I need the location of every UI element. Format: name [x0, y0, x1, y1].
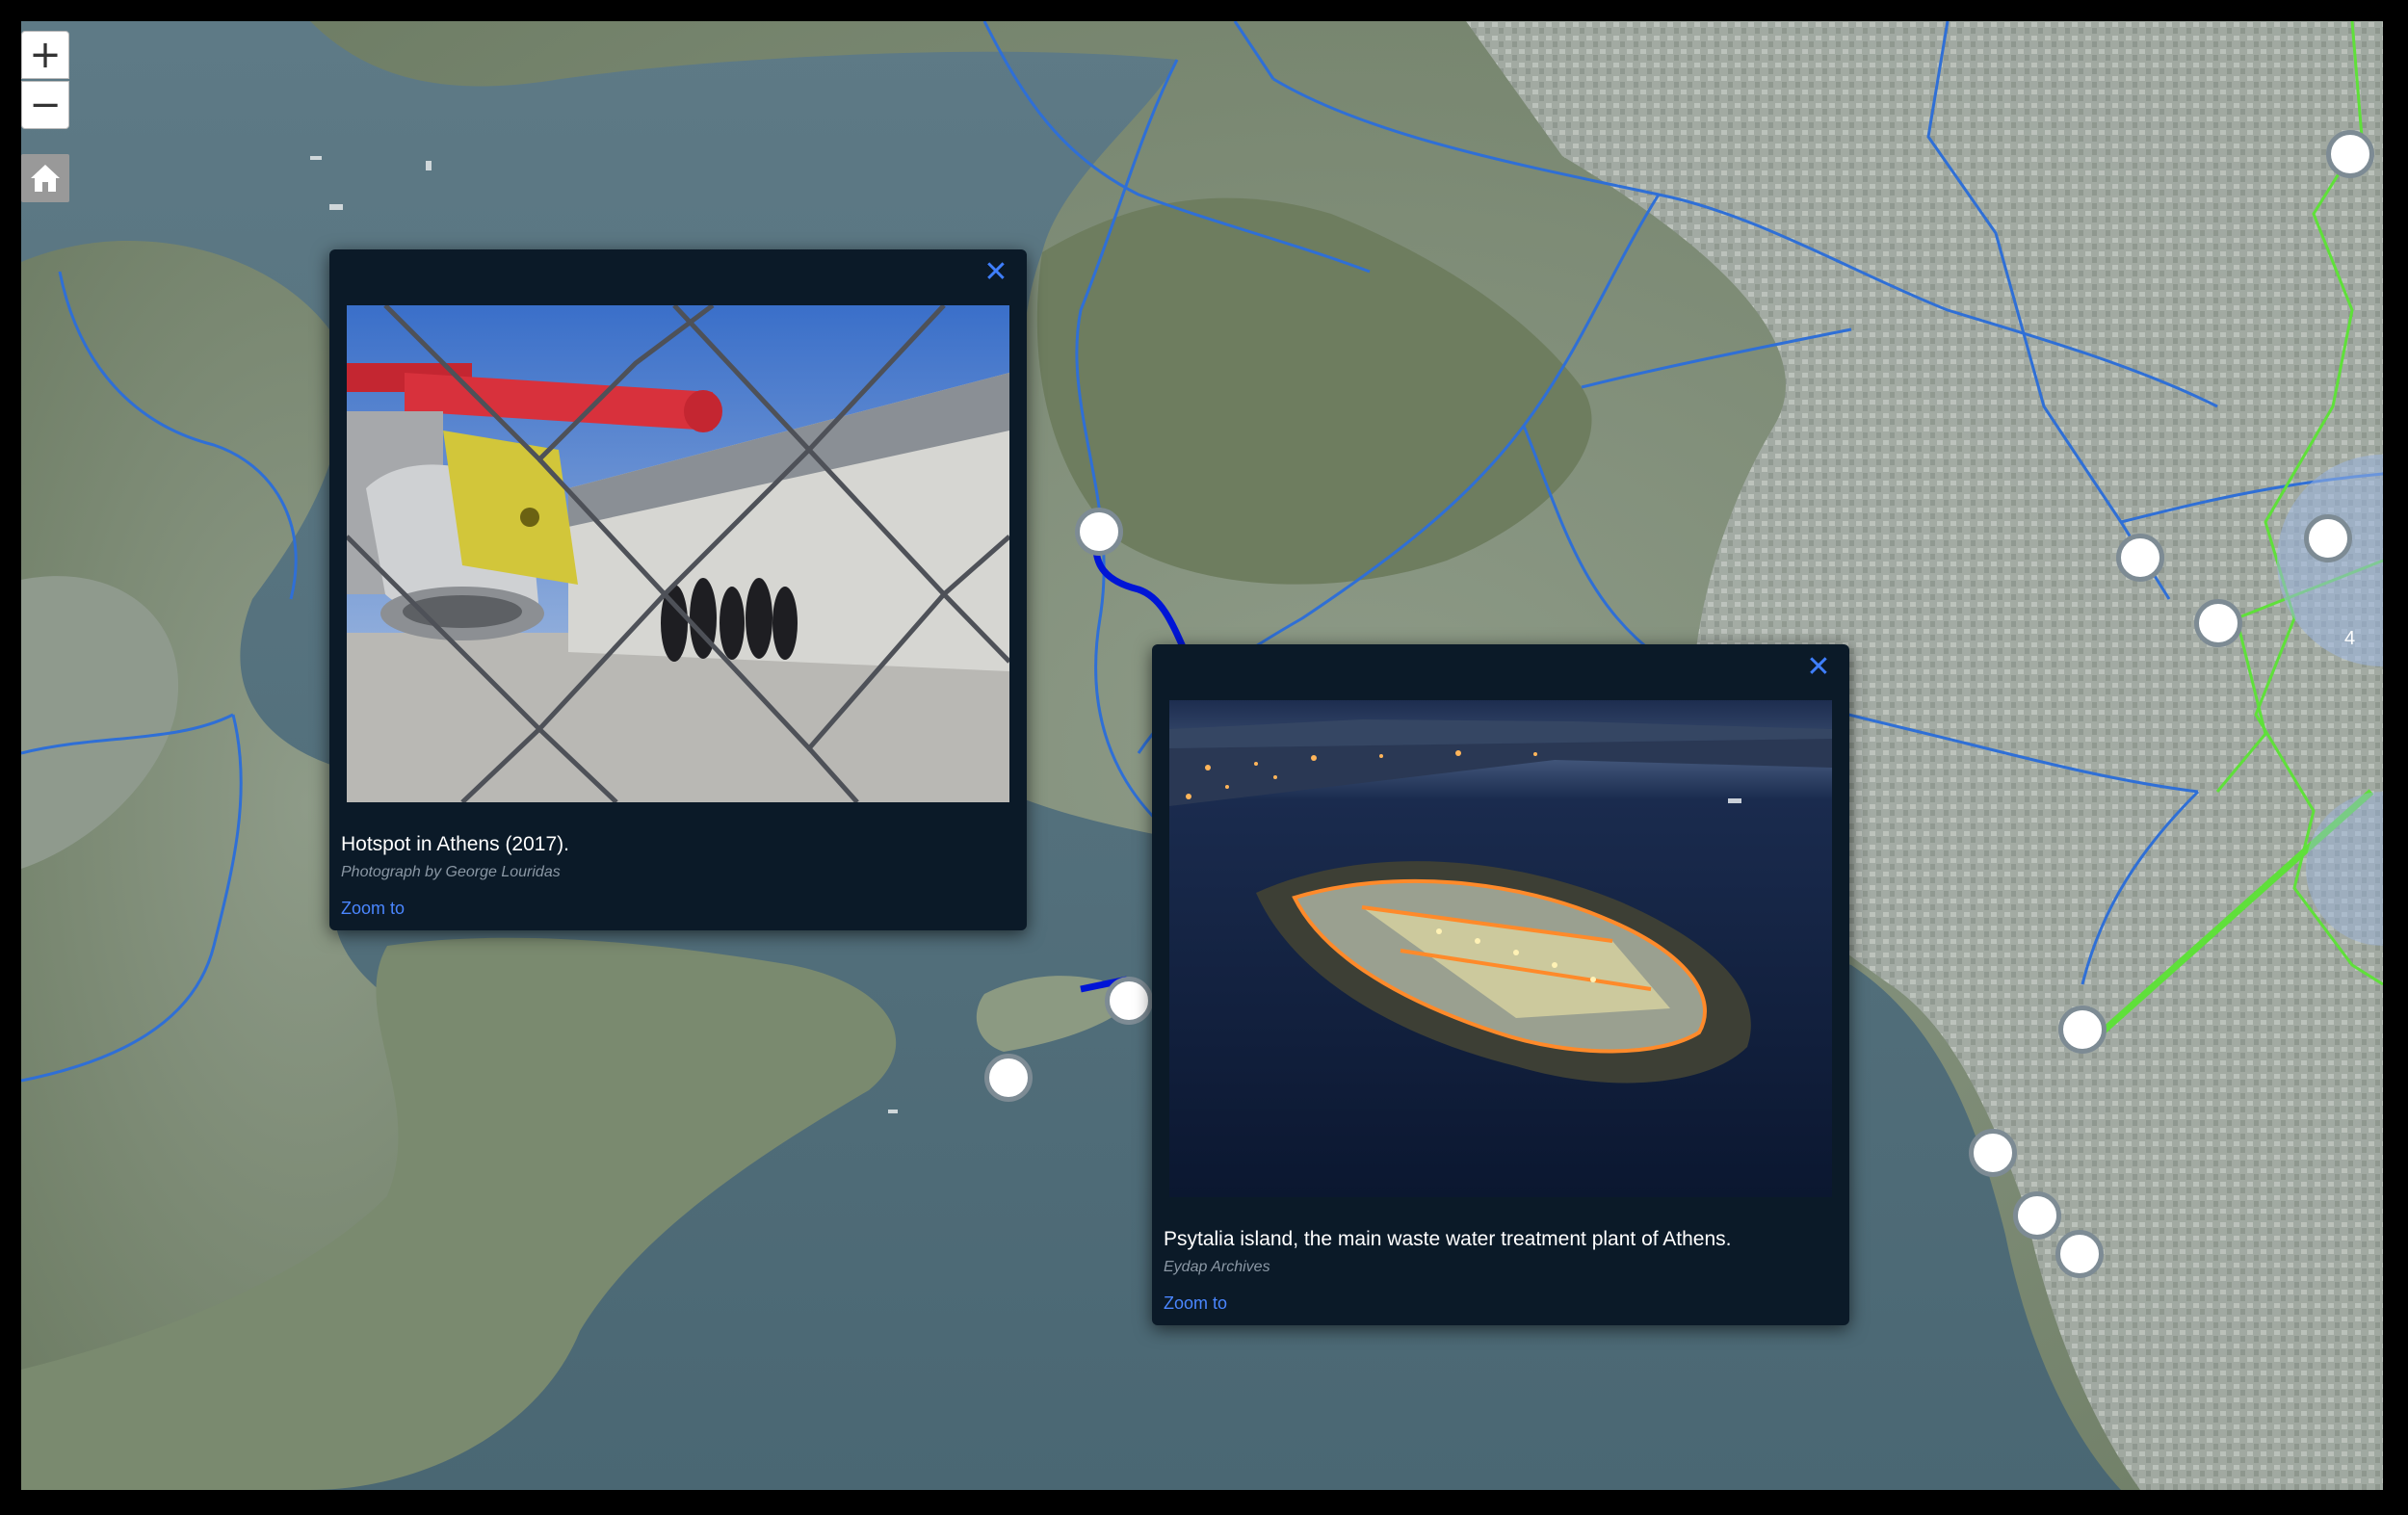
map-marker[interactable] — [1105, 977, 1153, 1025]
home-icon — [31, 165, 60, 192]
hotspot-popup: ✕ Hotspot in Athens (2017). Photograph b… — [329, 249, 1027, 930]
zoom-out-button[interactable]: − — [21, 81, 69, 129]
cluster-count-label: 4 — [2344, 628, 2356, 649]
map-marker[interactable] — [1969, 1129, 2017, 1177]
map-marker[interactable] — [2055, 1230, 2104, 1278]
close-icon: ✕ — [983, 255, 1008, 289]
popup-credit: Photograph by George Louridas — [341, 864, 561, 880]
hotspot-photo — [347, 305, 1009, 802]
popup-close-button[interactable]: ✕ — [1805, 650, 1832, 684]
zoom-in-button[interactable]: + — [21, 31, 69, 79]
popup-caption: Psytalia island, the main waste water tr… — [1164, 1228, 1732, 1250]
map-marker[interactable] — [2116, 534, 2164, 582]
minus-icon: − — [29, 83, 62, 127]
map-marker[interactable] — [1075, 508, 1123, 556]
zoom-to-link[interactable]: Zoom to — [341, 899, 405, 919]
map-marker[interactable] — [2013, 1191, 2061, 1240]
map-marker[interactable] — [984, 1054, 1033, 1102]
zoom-to-link[interactable]: Zoom to — [1164, 1293, 1227, 1314]
psytalia-photo — [1169, 700, 1832, 1197]
popup-caption: Hotspot in Athens (2017). — [341, 833, 569, 855]
map-marker[interactable] — [2304, 514, 2352, 562]
map-marker[interactable] — [2326, 130, 2374, 178]
map-marker[interactable] — [2058, 1006, 2107, 1054]
popup-credit: Eydap Archives — [1164, 1259, 1270, 1275]
psytalia-popup: ✕ Psytalia island, the main waste water … — [1152, 644, 1849, 1325]
popup-close-button[interactable]: ✕ — [982, 255, 1009, 289]
map-marker[interactable] — [2194, 599, 2242, 647]
plus-icon: + — [29, 33, 62, 77]
close-icon: ✕ — [1806, 650, 1831, 684]
home-button[interactable] — [21, 154, 69, 202]
